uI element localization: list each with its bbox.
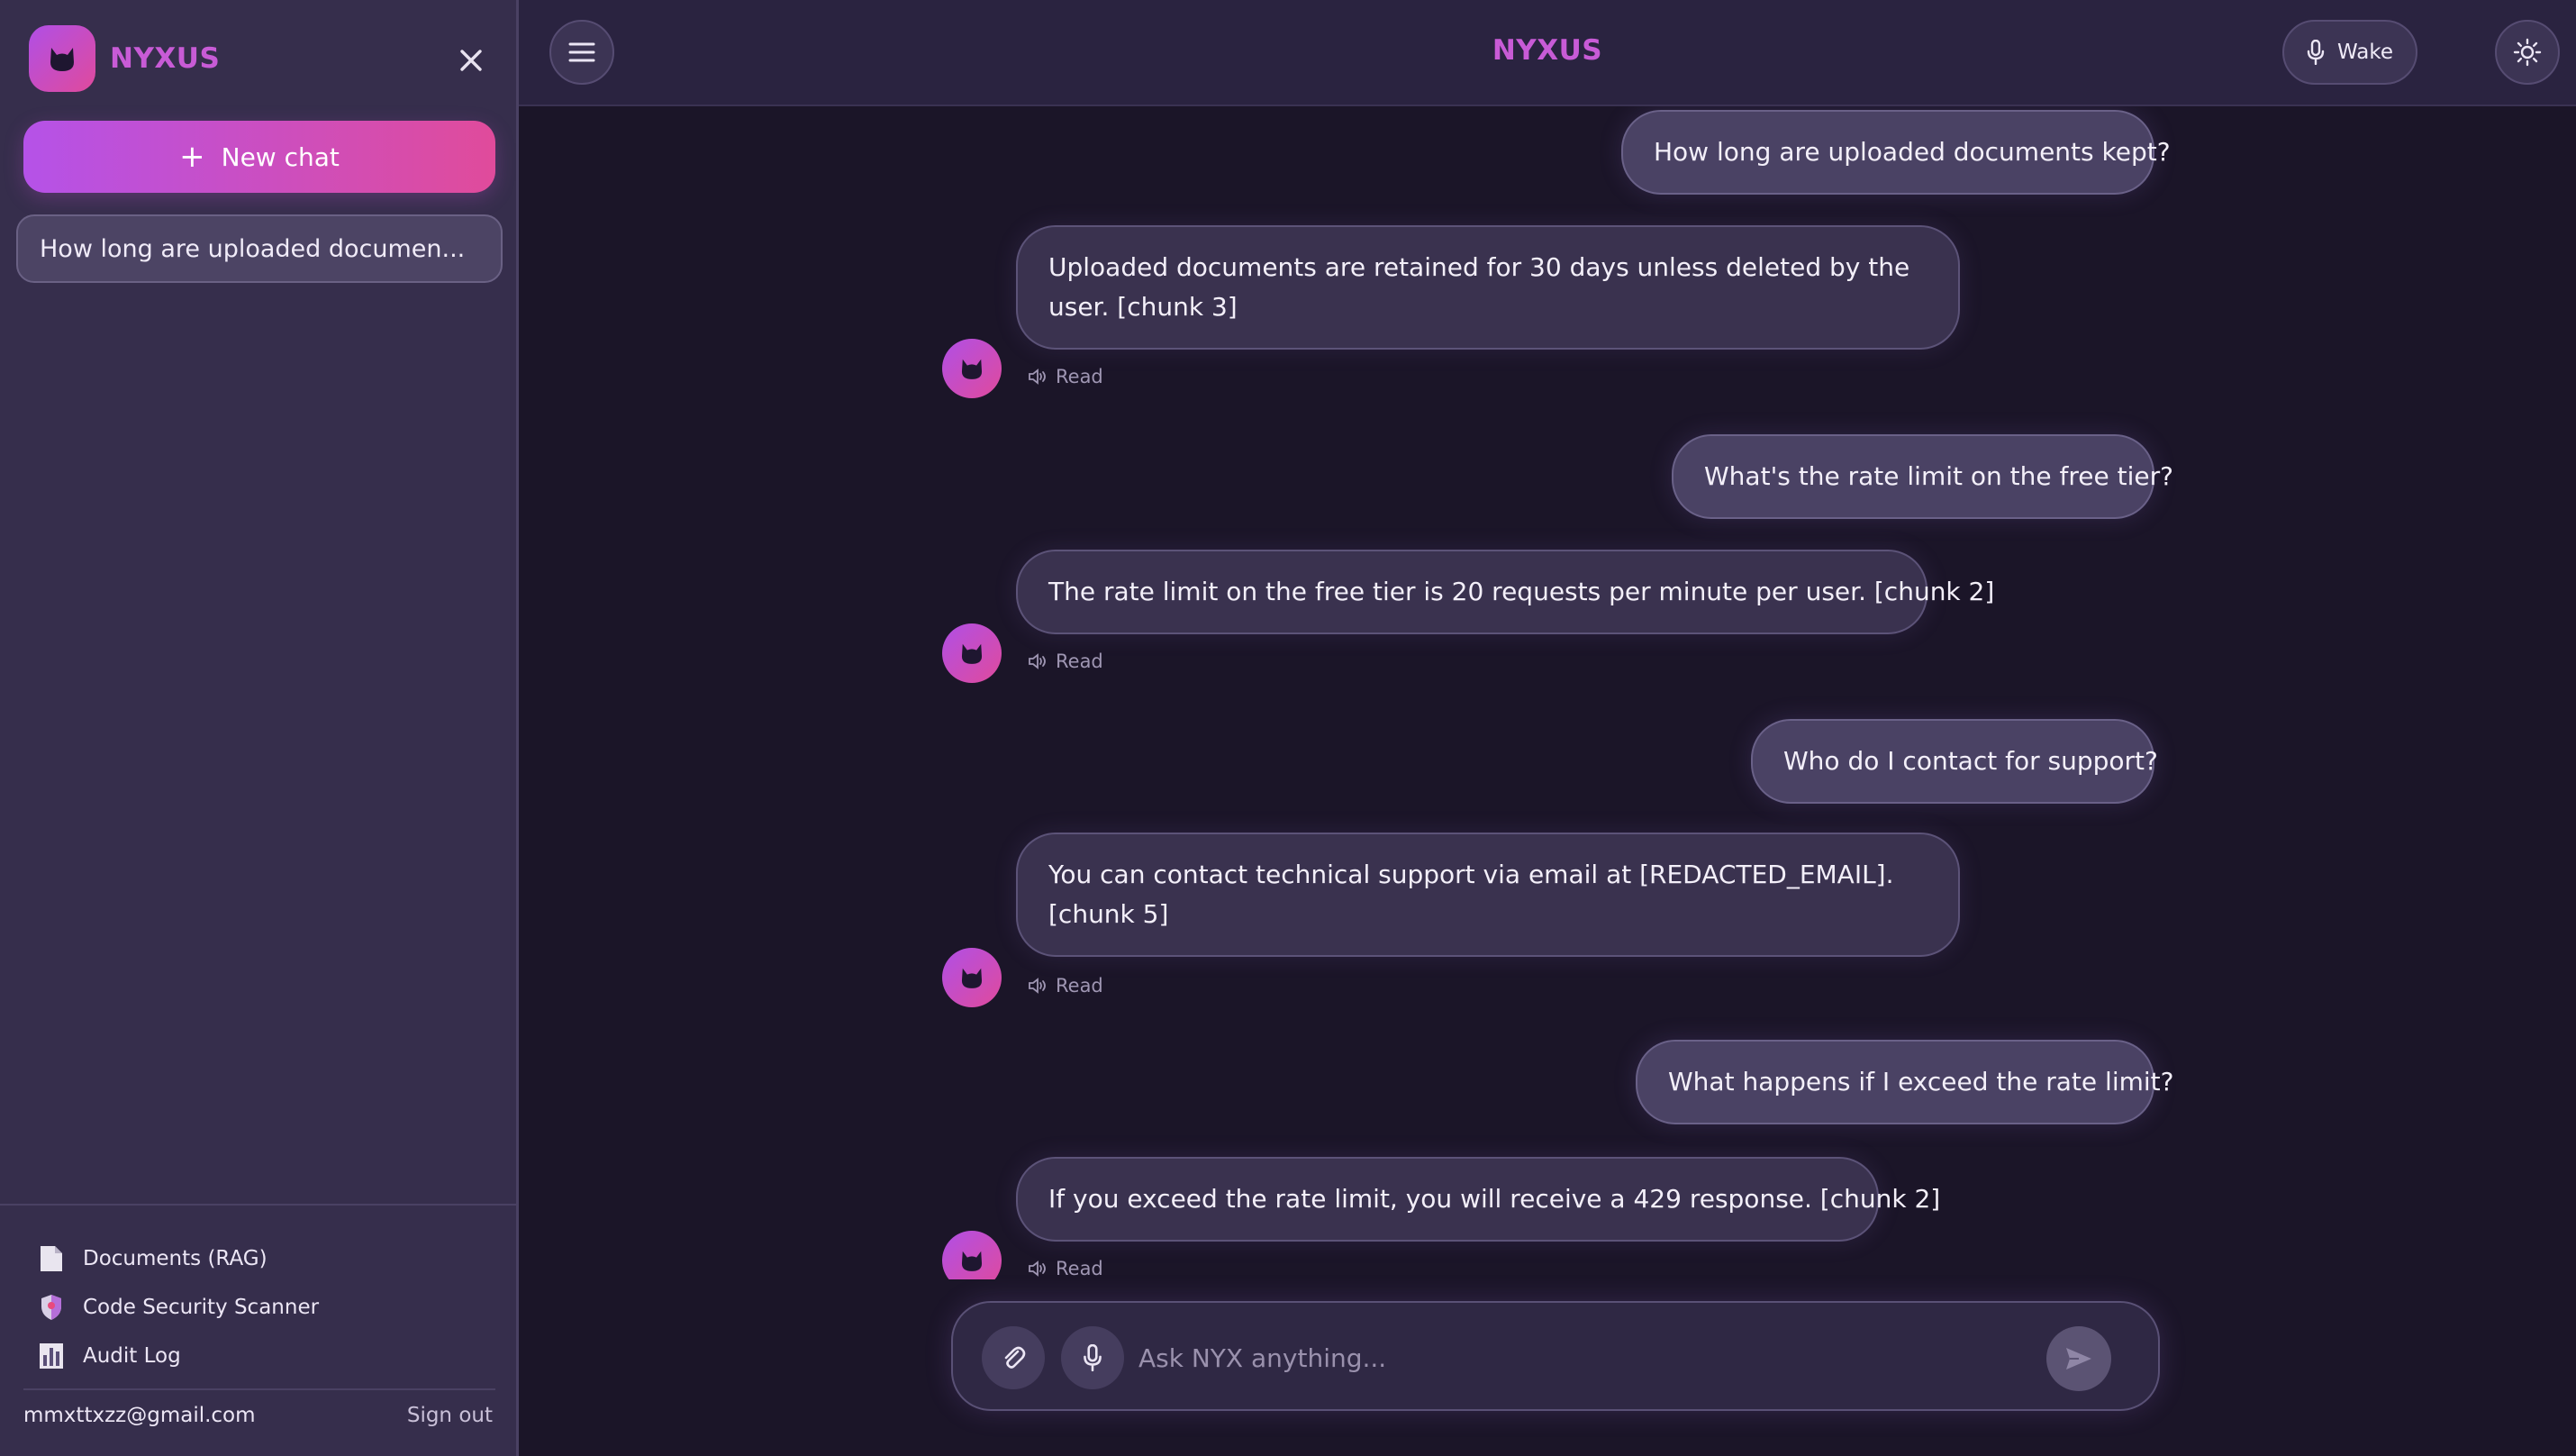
wake-label: Wake bbox=[2336, 41, 2393, 64]
cat-icon bbox=[961, 968, 983, 988]
cat-icon bbox=[961, 359, 983, 379]
message-input[interactable] bbox=[1138, 1326, 2039, 1389]
attach-button[interactable] bbox=[982, 1326, 1045, 1389]
read-aloud-button[interactable]: Read bbox=[1029, 651, 1103, 672]
user-email: mmxttxzz@gmail.com bbox=[23, 1404, 256, 1427]
message-composer bbox=[951, 1301, 2160, 1411]
send-button[interactable] bbox=[2046, 1326, 2111, 1391]
user-message: Who do I contact for support? bbox=[1751, 719, 2158, 804]
theme-toggle-button[interactable] bbox=[2495, 20, 2560, 85]
nav-item-code-security-scanner[interactable]: Code Security Scanner bbox=[36, 1283, 319, 1332]
cat-icon bbox=[961, 1251, 983, 1271]
voice-input-button[interactable] bbox=[1061, 1326, 1124, 1389]
assistant-avatar bbox=[942, 1231, 1002, 1279]
paperclip-icon bbox=[1004, 1346, 1026, 1369]
assistant-message: The rate limit on the free tier is 20 re… bbox=[1016, 550, 1994, 634]
chat-history-item[interactable]: How long are uploaded documen... bbox=[16, 214, 503, 283]
sidebar-nav: Documents (RAG) Code Security Scanner Au… bbox=[36, 1234, 319, 1380]
brand-name: NYXUS bbox=[110, 42, 221, 75]
sun-icon bbox=[2513, 38, 2542, 67]
plus-icon: + bbox=[179, 139, 205, 175]
nav-label: Audit Log bbox=[83, 1344, 181, 1368]
read-aloud-button[interactable]: Read bbox=[1029, 1258, 1103, 1279]
microphone-icon bbox=[2307, 40, 2325, 65]
chat-history-title: How long are uploaded documen... bbox=[40, 234, 466, 263]
speaker-icon bbox=[1029, 653, 1046, 669]
nav-item-documents[interactable]: Documents (RAG) bbox=[36, 1234, 319, 1283]
assistant-avatar bbox=[942, 948, 1002, 1007]
cat-icon bbox=[961, 643, 983, 664]
assistant-message: You can contact technical support via em… bbox=[1016, 833, 1960, 957]
sign-out-button[interactable]: Sign out bbox=[407, 1404, 493, 1427]
read-aloud-button[interactable]: Read bbox=[1029, 366, 1103, 387]
sidebar-divider bbox=[0, 1204, 516, 1206]
read-aloud-button[interactable]: Read bbox=[1029, 975, 1103, 996]
microphone-icon bbox=[1084, 1344, 1102, 1371]
document-icon bbox=[36, 1243, 67, 1274]
app-root: NYXUS + New chat How long are uploaded d… bbox=[0, 0, 2576, 1456]
user-message: How long are uploaded documents kept? bbox=[1621, 110, 2171, 195]
bar-chart-icon bbox=[36, 1341, 67, 1371]
user-message: What's the rate limit on the free tier? bbox=[1672, 434, 2173, 519]
speaker-icon bbox=[1029, 369, 1046, 385]
cat-logo-icon bbox=[29, 25, 95, 92]
speaker-icon bbox=[1029, 978, 1046, 994]
nav-label: Code Security Scanner bbox=[83, 1296, 320, 1319]
assistant-avatar bbox=[942, 339, 1002, 398]
page-title: NYXUS bbox=[1492, 34, 1603, 67]
brand: NYXUS bbox=[29, 25, 220, 92]
new-chat-button[interactable]: + New chat bbox=[23, 121, 495, 193]
top-bar: NYXUS Wake bbox=[519, 0, 2576, 106]
assistant-message: Uploaded documents are retained for 30 d… bbox=[1016, 225, 1960, 350]
close-sidebar-button[interactable] bbox=[450, 40, 492, 81]
new-chat-label: New chat bbox=[221, 141, 340, 172]
nav-label: Documents (RAG) bbox=[83, 1247, 268, 1270]
user-divider bbox=[23, 1388, 495, 1390]
close-icon bbox=[460, 50, 482, 71]
chat-messages: How long are uploaded documents kept? Up… bbox=[519, 106, 2576, 1279]
nav-item-audit-log[interactable]: Audit Log bbox=[36, 1332, 319, 1380]
user-message: What happens if I exceed the rate limit? bbox=[1636, 1040, 2174, 1124]
sidebar: NYXUS + New chat How long are uploaded d… bbox=[0, 0, 519, 1456]
speaker-icon bbox=[1029, 1260, 1046, 1277]
assistant-avatar bbox=[942, 623, 1002, 683]
wake-button[interactable]: Wake bbox=[2282, 20, 2417, 85]
assistant-message: If you exceed the rate limit, you will r… bbox=[1016, 1157, 1940, 1242]
send-icon bbox=[2066, 1348, 2091, 1370]
shield-icon bbox=[36, 1292, 67, 1323]
